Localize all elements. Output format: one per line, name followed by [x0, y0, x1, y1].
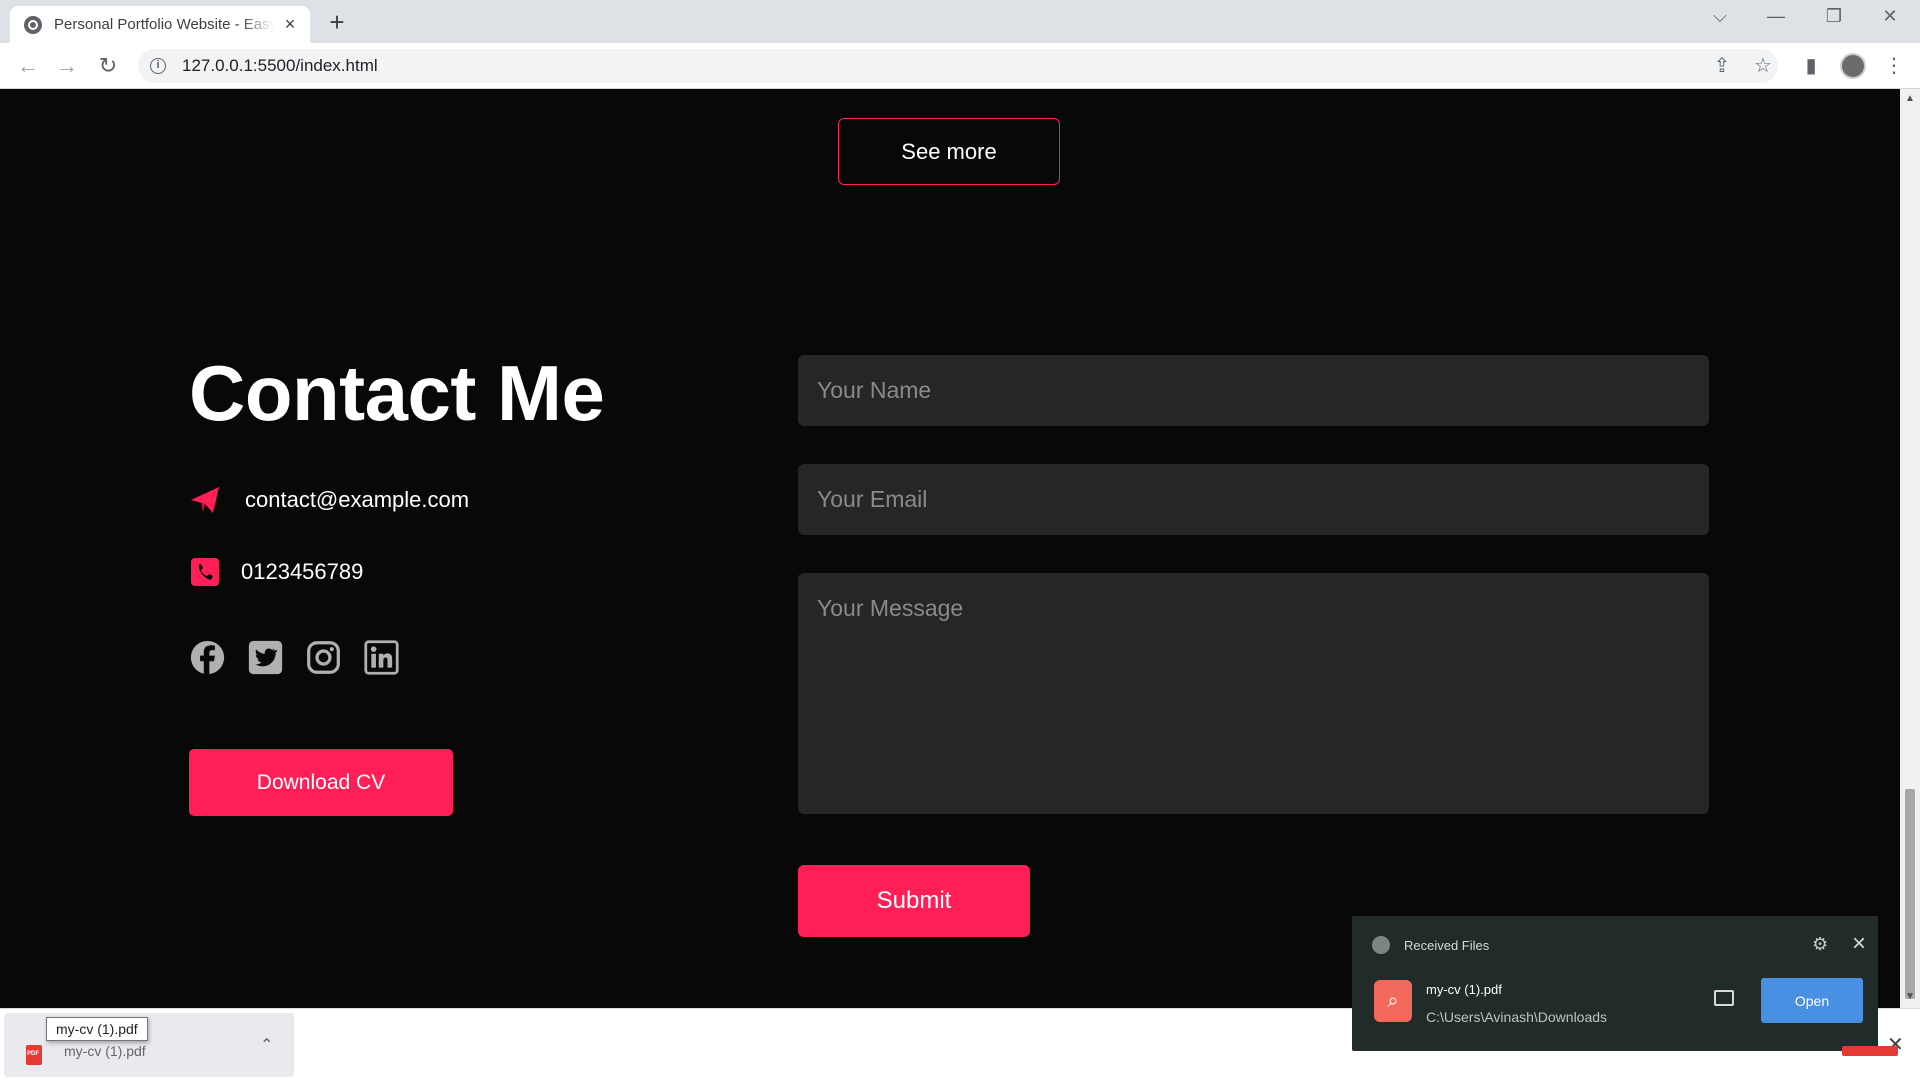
- profile-avatar[interactable]: [1840, 53, 1866, 79]
- tab-bar: Personal Portfolio Website - Easy × + ⌵ …: [0, 0, 1920, 43]
- new-tab-button[interactable]: +: [322, 8, 352, 38]
- facebook-icon[interactable]: [189, 639, 226, 676]
- contact-email-row: contact@example.com: [189, 484, 469, 516]
- download-tooltip: my-cv (1).pdf: [46, 1017, 148, 1041]
- scroll-thumb[interactable]: [1905, 789, 1915, 999]
- contact-phone-row: 0123456789: [189, 556, 363, 588]
- contact-email[interactable]: contact@example.com: [245, 487, 469, 513]
- contact-title: Contact Me: [189, 349, 605, 437]
- twitter-icon[interactable]: [247, 639, 284, 676]
- restore-button[interactable]: ❐: [1814, 6, 1854, 27]
- see-more-button[interactable]: See more: [838, 118, 1060, 185]
- back-button[interactable]: ←: [14, 52, 42, 80]
- page-scrollbar[interactable]: ▲ ▼: [1900, 89, 1920, 1009]
- tab-close-icon[interactable]: ×: [280, 14, 300, 35]
- forward-button[interactable]: →: [53, 52, 81, 80]
- subscribe-badge: [1842, 1046, 1898, 1056]
- url-text: 127.0.0.1:5500/index.html: [182, 56, 378, 75]
- message-textarea[interactable]: Your Message: [798, 573, 1709, 814]
- popup-file-path: C:\Users\Avinash\Downloads: [1426, 1009, 1608, 1025]
- tab-search-icon[interactable]: ⌵: [1700, 6, 1740, 27]
- scroll-up-arrow[interactable]: ▲: [1900, 93, 1920, 104]
- name-input[interactable]: Your Name: [798, 355, 1709, 426]
- submit-button[interactable]: Submit: [798, 865, 1030, 937]
- pdf-file-icon: [26, 1045, 42, 1065]
- contact-phone[interactable]: 0123456789: [241, 559, 363, 585]
- menu-icon[interactable]: ⋮: [1882, 54, 1906, 78]
- side-panel-icon[interactable]: ▮: [1799, 54, 1823, 78]
- close-icon[interactable]: ×: [1852, 930, 1866, 958]
- scroll-down-arrow[interactable]: ▼: [1900, 991, 1920, 1002]
- site-info-icon[interactable]: i: [150, 58, 166, 74]
- email-input[interactable]: Your Email: [798, 464, 1709, 535]
- download-file-name: my-cv (1).pdf: [64, 1043, 146, 1059]
- page-content: See more Contact Me contact@example.com …: [0, 89, 1900, 989]
- social-links: [189, 639, 400, 676]
- linkedin-icon[interactable]: [363, 639, 400, 676]
- popup-title: Received Files: [1404, 937, 1490, 953]
- gear-icon[interactable]: ⚙: [1812, 934, 1828, 955]
- browser-toolbar: ← → ↻ i 127.0.0.1:5500/index.html ⇪ ☆ ▮ …: [0, 43, 1920, 89]
- address-bar[interactable]: i 127.0.0.1:5500/index.html: [138, 49, 1778, 83]
- paper-plane-icon: [191, 487, 219, 513]
- reload-button[interactable]: ↻: [94, 52, 122, 80]
- globe-icon: [24, 15, 42, 34]
- browser-tab[interactable]: Personal Portfolio Website - Easy ×: [10, 6, 310, 43]
- instagram-icon[interactable]: [305, 639, 342, 676]
- open-button[interactable]: Open: [1761, 978, 1863, 1023]
- pdf-icon: ⌕: [1374, 980, 1412, 1022]
- minimize-button[interactable]: —: [1756, 6, 1796, 27]
- phone-icon: [191, 558, 219, 586]
- screen: Personal Portfolio Website - Easy × + ⌵ …: [0, 0, 1920, 1080]
- app-logo-icon: [1372, 936, 1390, 954]
- download-cv-button[interactable]: Download CV: [189, 749, 453, 816]
- tab-title: Personal Portfolio Website - Easy: [54, 16, 274, 33]
- chevron-up-icon[interactable]: ⌃: [260, 1035, 273, 1055]
- close-window-button[interactable]: ✕: [1870, 6, 1910, 27]
- popup-header: Received Files: [1372, 936, 1489, 954]
- popup-file-name: my-cv (1).pdf: [1426, 982, 1502, 997]
- received-files-popup: Received Files ⚙ × ⌕ my-cv (1).pdf C:\Us…: [1352, 916, 1878, 1051]
- bookmark-star-icon[interactable]: ☆: [1751, 54, 1775, 78]
- share-icon[interactable]: ⇪: [1710, 54, 1734, 78]
- folder-icon[interactable]: [1714, 990, 1734, 1006]
